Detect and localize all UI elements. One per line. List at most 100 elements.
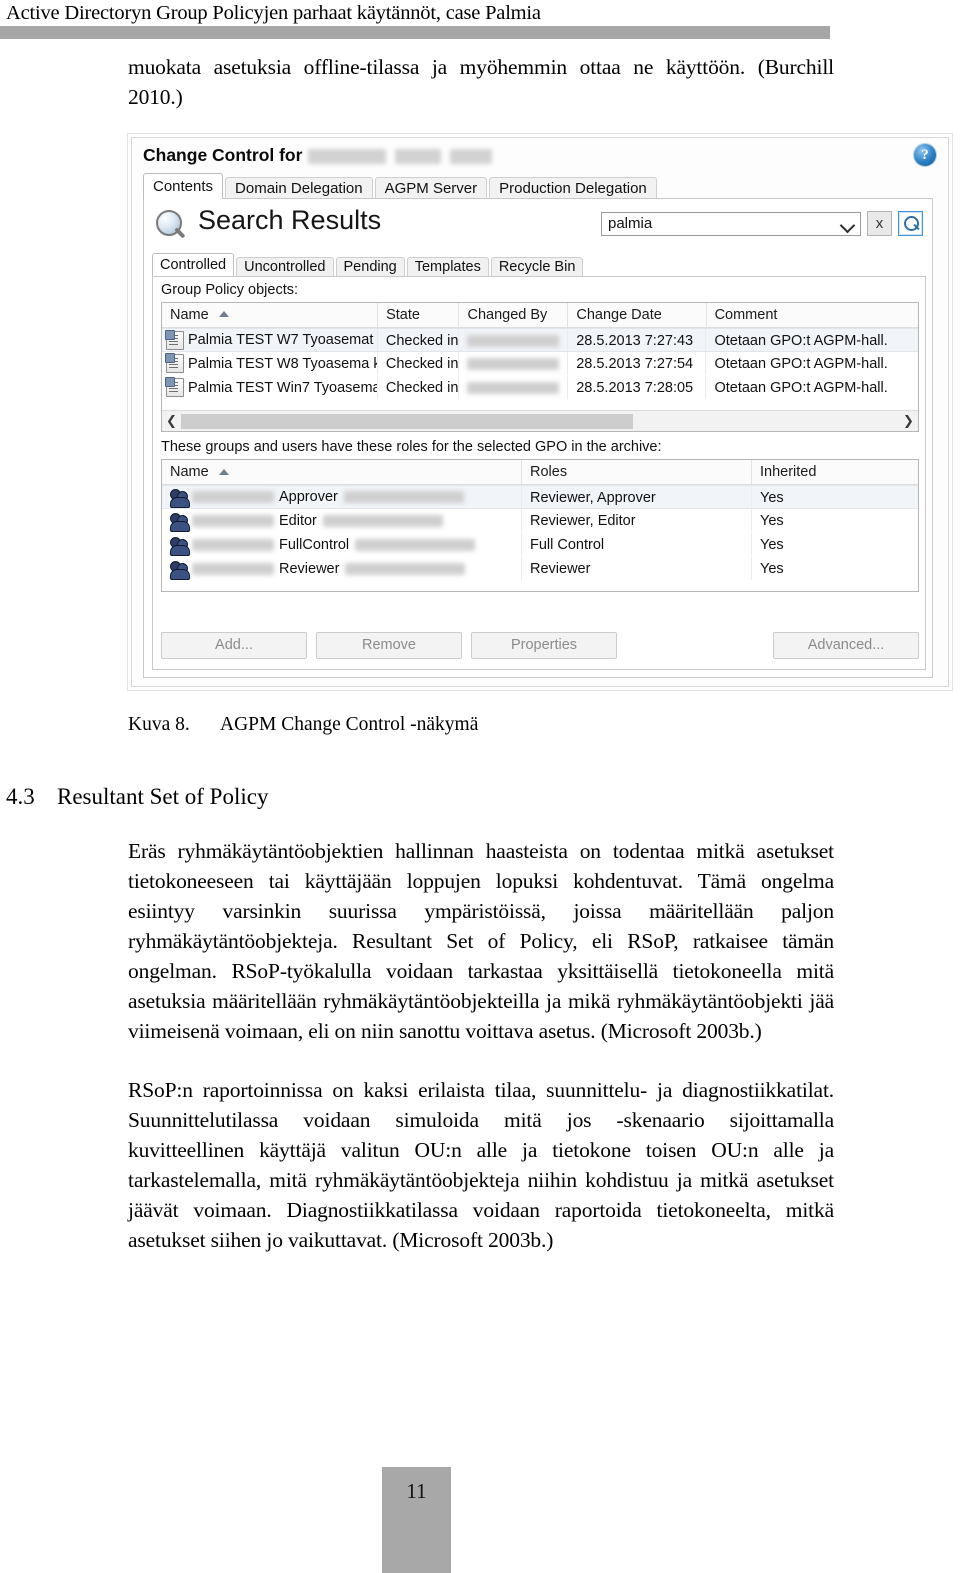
inner-tab-strip: Controlled Uncontrolled Pending Template… — [152, 253, 585, 277]
paragraph-rsop-2: RSoP:n raportoinnissa on kaksi erilaista… — [128, 1078, 834, 1252]
gpo-row-comment: Otetaan GPO:t AGPM-hall. — [714, 380, 888, 396]
gpo-col-name-label: Name — [170, 307, 209, 323]
search-input[interactable]: palmia — [601, 211, 861, 236]
window-title-bar: Change Control for ? — [132, 138, 948, 175]
run-search-button[interactable] — [898, 211, 923, 236]
roles-row-inherited: Yes — [760, 561, 784, 577]
tab-templates[interactable]: Templates — [406, 257, 489, 277]
redacted-username — [467, 382, 560, 395]
gpo-row-name: Palmia TEST W7 Tyoasemat — [162, 329, 378, 351]
gpo-col-comment[interactable]: Comment — [707, 303, 918, 327]
search-controls: palmia x — [601, 211, 923, 236]
roles-row-name: Reviewer — [162, 557, 522, 580]
tab-production-delegation[interactable]: Production Delegation — [489, 177, 657, 199]
window-title: Change Control for — [143, 145, 493, 166]
tab-agpm-server[interactable]: AGPM Server — [374, 177, 488, 199]
agpm-window: Change Control for ? Contents Domain Del… — [131, 137, 949, 687]
chevron-left-icon[interactable]: ❮ — [162, 412, 181, 431]
chevron-down-icon[interactable] — [839, 217, 856, 233]
gpo-table-header: Name State Changed By Change Date Commen… — [162, 303, 918, 328]
figure-caption-number: Kuva 8. — [128, 714, 190, 735]
table-row[interactable]: Editor Reviewer, Editor Yes — [162, 509, 918, 533]
tab-pending[interactable]: Pending — [335, 257, 405, 277]
table-row[interactable]: Approver Reviewer, Approver Yes — [162, 485, 918, 509]
gpo-row-changed-by — [459, 376, 569, 399]
section-title: Resultant Set of Policy — [57, 784, 269, 809]
scrollbar-thumb[interactable] — [181, 413, 634, 429]
roles-row-roles: Reviewer, Editor — [522, 509, 752, 532]
table-row[interactable]: FullControl Full Control Yes — [162, 533, 918, 557]
search-input-value: palmia — [608, 214, 653, 232]
roles-row-roles: Reviewer — [522, 557, 752, 580]
user-group-icon — [170, 560, 190, 580]
table-row[interactable]: Reviewer Reviewer Yes — [162, 557, 918, 581]
tab-controlled[interactable]: Controlled — [152, 253, 235, 277]
roles-table-header: Name Roles Inherited — [162, 460, 918, 485]
tab-recycle-bin[interactable]: Recycle Bin — [490, 257, 584, 277]
search-results-header: Search Results palmia x — [144, 199, 932, 257]
gpo-table: Name State Changed By Change Date Commen… — [161, 302, 919, 432]
user-group-icon — [170, 488, 190, 508]
clear-search-button[interactable]: x — [867, 211, 892, 236]
user-group-icon — [170, 512, 190, 532]
gpo-col-name[interactable]: Name — [162, 303, 379, 327]
page-number: 11 — [406, 1479, 427, 1503]
add-button[interactable]: Add... — [161, 632, 307, 659]
sort-ascending-icon — [218, 469, 229, 475]
roles-list-label: These groups and users have these roles … — [161, 439, 662, 455]
roles-col-name-label: Name — [170, 463, 209, 480]
table-row[interactable]: Palmia TEST W7 Tyoasemat Checked in 28.5… — [162, 328, 918, 352]
window-title-text: Change Control for — [143, 145, 303, 165]
remove-button[interactable]: Remove — [316, 632, 462, 659]
roles-col-roles[interactable]: Roles — [522, 460, 752, 484]
redacted-username — [467, 335, 560, 348]
tab-domain-delegation[interactable]: Domain Delegation — [225, 177, 373, 199]
table-row[interactable]: Palmia TEST W8 Tyoasema k... Checked in … — [162, 352, 918, 376]
scrollbar-track[interactable] — [181, 411, 899, 431]
gpo-row-name: Palmia TEST Win7 Tyoasemat — [162, 376, 378, 399]
header-rule — [0, 26, 830, 39]
roles-row-inherited: Yes — [760, 490, 784, 506]
tab-contents[interactable]: Contents — [143, 173, 224, 199]
roles-col-inherited[interactable]: Inherited — [752, 460, 912, 484]
redacted-group-suffix — [322, 514, 443, 527]
section-number: 4.3 — [6, 784, 35, 809]
figure-agpm-change-control: Change Control for ? Contents Domain Del… — [127, 133, 953, 691]
properties-button[interactable]: Properties — [471, 632, 617, 659]
contents-panel: Search Results palmia x Controlled Uncon… — [143, 198, 933, 678]
gpo-row-comment: Otetaan GPO:t AGPM-hall. — [714, 356, 888, 372]
roles-col-name[interactable]: Name — [162, 460, 522, 484]
running-head: Active Directoryn Group Policyjen parhaa… — [6, 2, 541, 24]
search-results-title: Search Results — [198, 205, 382, 235]
gpo-row-changed-by — [459, 329, 569, 351]
gpo-row-name-label: Palmia TEST Win7 Tyoasemat — [188, 379, 378, 396]
gpo-list-label: Group Policy objects: — [161, 282, 299, 298]
gpo-row-state: Checked in — [378, 329, 460, 351]
redacted-group-suffix — [355, 538, 476, 551]
section-heading: 4.3 Resultant Set of Policy — [6, 784, 268, 810]
roles-row-name-label: Editor — [279, 512, 317, 529]
gpo-row-state: Checked in — [378, 376, 460, 399]
group-policy-object-icon — [165, 329, 184, 350]
gpo-col-state[interactable]: State — [378, 303, 460, 327]
tab-uncontrolled[interactable]: Uncontrolled — [236, 257, 334, 277]
table-row[interactable]: Palmia TEST Win7 Tyoasemat Checked in 28… — [162, 376, 918, 400]
group-policy-object-icon — [165, 377, 184, 397]
roles-table: Name Roles Inherited Approver Reviewer, … — [161, 459, 919, 592]
page-number-block: 11 — [382, 1467, 451, 1573]
gpo-row-name-label: Palmia TEST W8 Tyoasema k... — [188, 355, 378, 372]
gpo-col-changed-by[interactable]: Changed By — [459, 303, 569, 327]
gpo-horizontal-scrollbar[interactable]: ❮ ❯ — [162, 410, 918, 431]
advanced-button[interactable]: Advanced... — [773, 632, 919, 659]
help-icon[interactable]: ? — [914, 144, 936, 166]
paragraph-rsop-1: Eräs ryhmäkäytäntöobjektien hallinnan ha… — [128, 839, 834, 1043]
redacted-group-suffix — [345, 562, 466, 575]
gpo-row-changed-by — [459, 352, 569, 375]
redacted-group-prefix — [192, 514, 274, 527]
paragraph-continuation-block: muokata asetuksia offline-tilassa ja myö… — [128, 52, 834, 112]
gpo-row-change-date: 28.5.2013 7:27:43 — [568, 329, 707, 351]
chevron-right-icon[interactable]: ❯ — [899, 412, 918, 431]
gpo-col-change-date[interactable]: Change Date — [568, 303, 707, 327]
sort-ascending-icon — [218, 311, 229, 317]
redacted-domain-part-3 — [450, 148, 493, 164]
